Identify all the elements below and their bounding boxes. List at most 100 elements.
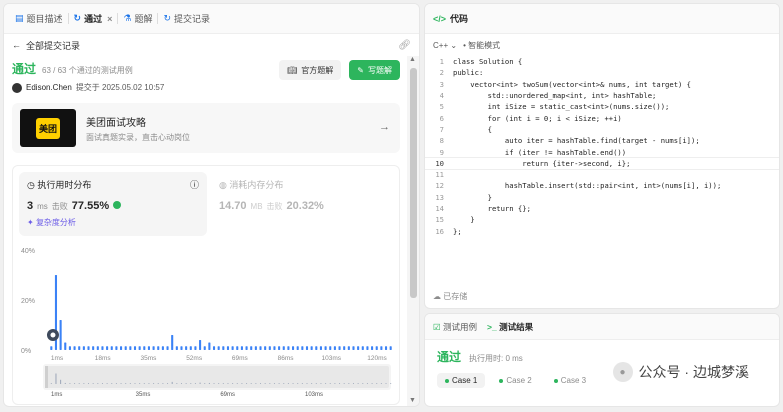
chart-bar: [106, 346, 109, 350]
code-line[interactable]: 10 return {iter->second, i};: [425, 156, 779, 170]
code-line[interactable]: 14 return {};: [425, 203, 779, 214]
memory-metric[interactable]: ◍ 消耗内存分布 14.70 MB 击败 20.32%: [219, 178, 324, 212]
official-solution-button[interactable]: 📖︎ 官方题解: [279, 60, 342, 80]
link-icon[interactable]: 🔗︎: [398, 40, 411, 51]
overview-bar: [329, 383, 331, 384]
overview-bar: [218, 383, 220, 384]
line-number: 16: [435, 226, 444, 236]
code-line[interactable]: 2 public:: [425, 67, 779, 78]
tab-passed[interactable]: ↻ 通过 ×: [69, 9, 118, 29]
runtime-metric[interactable]: ◷ 执行用时分布 ⓘ 3 ms 击败 77.55% ✦ 复杂度分析: [19, 172, 207, 236]
mode-label: 智能模式: [468, 40, 501, 50]
overview-bar: [97, 383, 99, 384]
chart-bar: [268, 346, 271, 350]
overview-bar: [55, 373, 57, 384]
watermark: ● 公众号 · 边城梦溪: [612, 362, 749, 382]
x-tick-label: 86ms: [278, 355, 295, 362]
code-editor[interactable]: 1 class Solution {2 public: 3 vector<int> t…: [425, 56, 779, 237]
stats-card: ◷ 执行用时分布 ⓘ 3 ms 击败 77.55% ✦ 复杂度分析 ◍ 消耗内存…: [12, 165, 400, 405]
back-row: ← 全部提交记录 🔗︎: [4, 34, 419, 56]
code-line[interactable]: 13 }: [425, 192, 779, 203]
mode-toggle[interactable]: • 智能模式: [463, 40, 500, 51]
sparkle-icon: ✦: [27, 218, 36, 227]
overview-bar: [339, 383, 341, 384]
overview-bar: [278, 383, 280, 384]
code-line[interactable]: 4 std::unordered_map<int, int> hashTable…: [425, 90, 779, 101]
overview-bar: [134, 383, 136, 384]
tab-test-result[interactable]: >_ 测试结果: [487, 321, 533, 333]
overview-bar: [264, 383, 266, 384]
chart-bar: [343, 346, 346, 350]
chart-bar: [78, 346, 81, 350]
submission-content: 通过 63 / 63 个通过的测试用例 Edison.Chen 提交于 2025…: [4, 56, 408, 406]
complexity-analysis-link[interactable]: ✦ 复杂度分析: [27, 217, 199, 228]
cases-count: 63 / 63 个通过的测试用例: [42, 66, 133, 75]
promo-banner[interactable]: 美团 美团面试攻略 面试真题实录，直击心动岗位 →: [12, 103, 400, 153]
submit-time: 提交于 2025.05.02 10:57: [75, 83, 165, 92]
info-icon[interactable]: ⓘ: [190, 178, 199, 191]
current-submission-marker-dot: [50, 332, 56, 338]
chart-bar: [347, 346, 350, 350]
tab-description[interactable]: ▤ 题目描述: [10, 9, 68, 29]
scrollbar[interactable]: ▲ ▼: [407, 56, 419, 406]
scroll-down-icon[interactable]: ▼: [409, 397, 416, 404]
chart-bar: [310, 346, 313, 350]
write-solution-button[interactable]: ✎ 写题解: [349, 60, 400, 80]
code-line[interactable]: 3 vector<int> twoSum(vector<int>& nums, …: [425, 79, 779, 90]
case-tab-2[interactable]: Case 2: [491, 373, 539, 388]
code-line[interactable]: 9 if (iter != hashTable.end()): [425, 146, 779, 157]
overview-bar: [157, 383, 159, 384]
code-line[interactable]: 11: [425, 169, 779, 180]
watermark-text: 公众号 · 边城梦溪: [638, 364, 749, 380]
tab-submissions[interactable]: ↻ 提交记录: [158, 9, 215, 29]
overview-bar: [143, 383, 145, 384]
clock-icon: ◷: [27, 180, 38, 190]
code-line[interactable]: 15 }: [425, 214, 779, 225]
code-line[interactable]: 7 {: [425, 124, 779, 135]
case-tab-1[interactable]: Case 1: [437, 373, 486, 388]
chart-bar: [236, 346, 239, 350]
line-number: 11: [435, 170, 444, 180]
chart-bar: [278, 346, 281, 350]
chart-bar: [389, 346, 392, 350]
chart-bar: [73, 346, 76, 350]
tab-solutions[interactable]: ⚗ 题解: [118, 9, 157, 29]
close-icon[interactable]: ×: [107, 14, 112, 24]
chart-bar: [352, 346, 355, 350]
code-line[interactable]: 5 int iSize = static_cast<int>(nums.size…: [425, 101, 779, 112]
chart-bar: [59, 320, 62, 350]
code-text: }: [453, 215, 475, 225]
promo-title: 美团面试攻略: [86, 117, 146, 129]
author-name[interactable]: Edison.Chen: [26, 83, 72, 92]
tab-testcases[interactable]: ☑ 测试用例: [433, 321, 477, 333]
overview-bar: [306, 383, 308, 384]
runtime-distribution-chart[interactable]: 40% 20% 0% 1ms 18ms 35ms 52ms 69ms 86ms 103ms 120m…: [13, 240, 405, 400]
official-solution-label: 官方题解: [301, 65, 334, 75]
chart-bar: [185, 346, 188, 350]
code-line[interactable]: 1 class Solution {: [425, 56, 779, 67]
overview-bar: [250, 383, 252, 384]
y-tick-label: 0%: [21, 348, 31, 355]
back-link[interactable]: ← 全部提交记录: [12, 39, 80, 52]
code-text: {: [453, 124, 492, 134]
code-line[interactable]: 16};: [425, 225, 779, 236]
code-text: public:: [453, 68, 484, 78]
avatar[interactable]: [12, 82, 22, 93]
overview-bar: [297, 383, 299, 384]
code-line[interactable]: 6 for (int i = 0; i < iSize; ++i): [425, 112, 779, 123]
code-line[interactable]: 12 hashTable.insert(std::pair<int, int>(…: [425, 180, 779, 191]
scroll-up-icon[interactable]: ▲: [409, 56, 416, 63]
submission-panel: ▤ 题目描述 ↻ 通过 × ⚗ 题解 ↻ 提交记录 ← 全部提交记录 🔗︎ 通过…: [3, 3, 420, 407]
chart-bar: [115, 346, 118, 350]
case-tab-3[interactable]: Case 3: [546, 373, 594, 388]
scrollbar-thumb[interactable]: [410, 68, 417, 298]
overview-bar: [101, 383, 103, 384]
chart-bar: [82, 346, 85, 350]
chart-bar: [380, 346, 383, 350]
chart-bar: [282, 346, 285, 350]
overview-bar: [162, 383, 164, 384]
chart-bar: [292, 346, 295, 350]
language-select[interactable]: C++ ⌄: [433, 41, 457, 50]
memory-beat: 20.32%: [286, 200, 324, 212]
code-line[interactable]: 8 auto iter = hashTable.find(target - nu…: [425, 135, 779, 146]
